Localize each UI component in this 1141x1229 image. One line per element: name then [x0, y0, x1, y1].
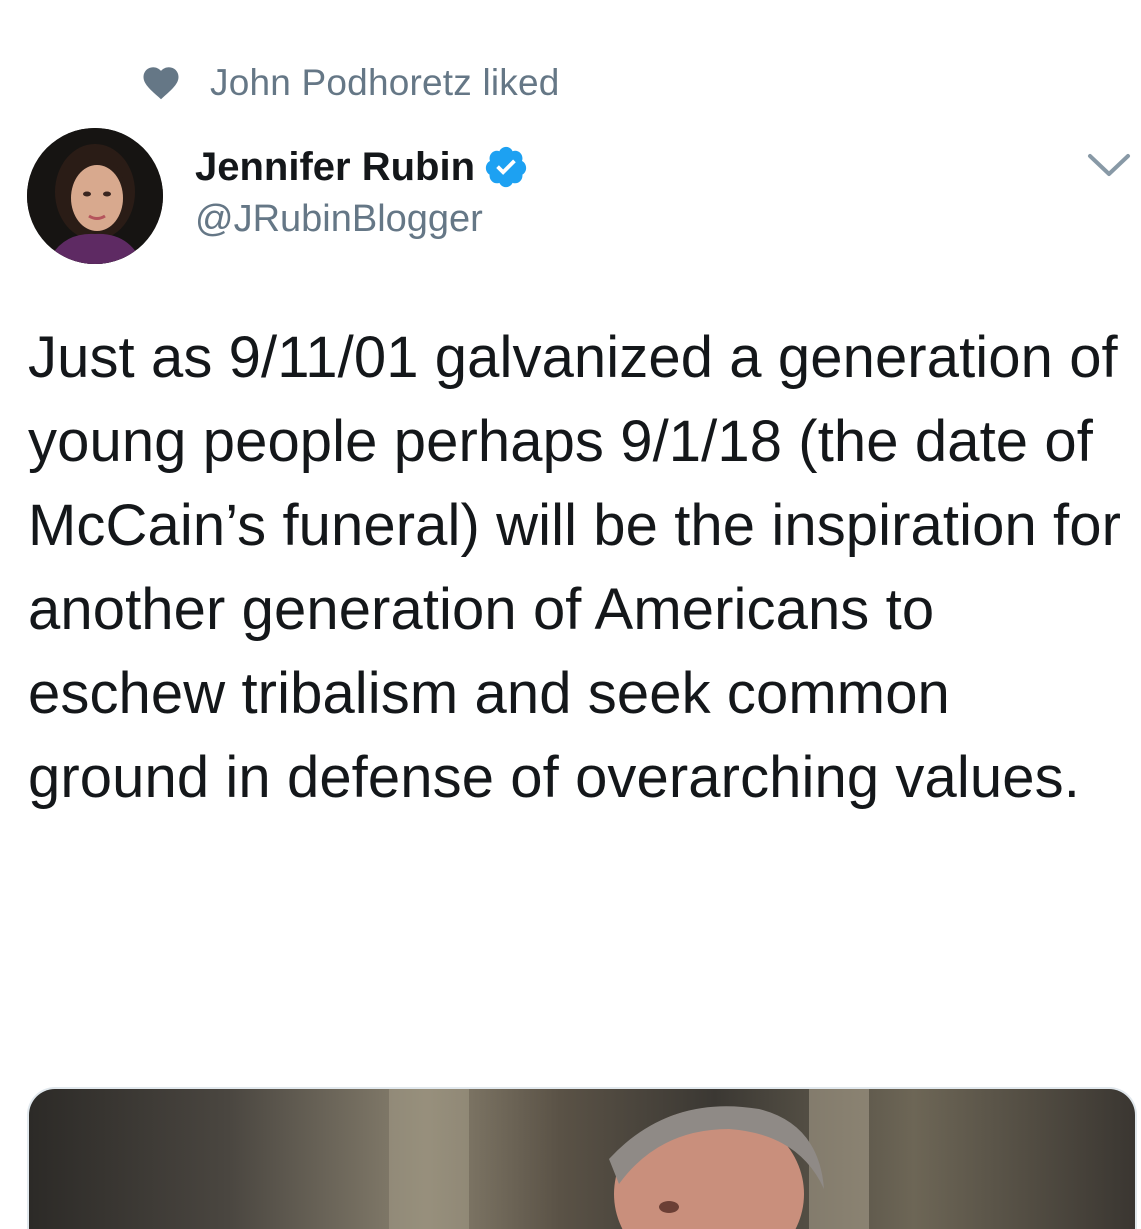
user-handle[interactable]: @JRubinBlogger	[195, 198, 529, 241]
avatar[interactable]	[27, 128, 163, 264]
verified-badge-icon	[483, 144, 529, 190]
heart-icon	[140, 62, 182, 104]
liked-by-text: John Podhoretz liked	[210, 62, 560, 103]
media-image[interactable]	[27, 1087, 1137, 1229]
tweet-header: Jennifer Rubin @JRubinBlogger	[195, 140, 529, 241]
tweet-text: Just as 9/11/01 galvanized a generation …	[28, 325, 1122, 810]
name-row: Jennifer Rubin	[195, 140, 529, 194]
chevron-down-icon[interactable]	[1086, 150, 1132, 180]
display-name[interactable]: Jennifer Rubin	[195, 145, 475, 190]
social-context[interactable]: John Podhoretz liked	[140, 58, 560, 108]
